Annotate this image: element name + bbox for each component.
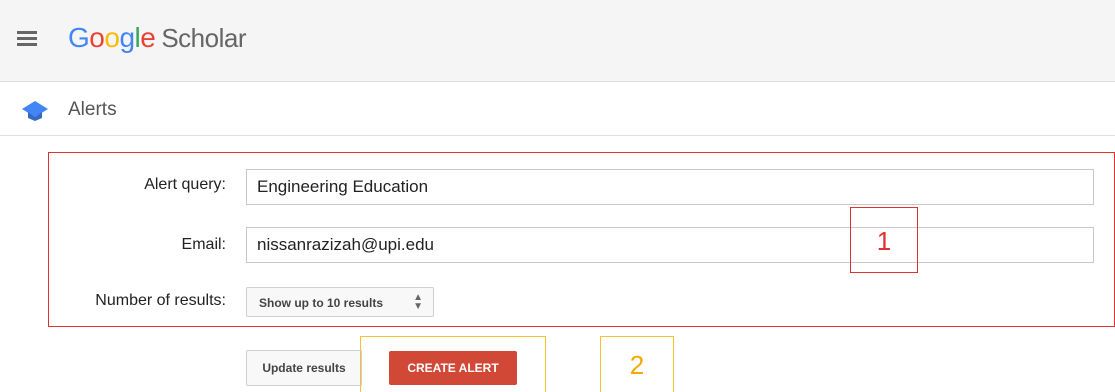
annotation-marker-1: 1 (850, 207, 918, 273)
annotation-box-2 (360, 336, 546, 392)
page-header: Alerts (0, 83, 1115, 136)
page-title: Alerts (68, 99, 117, 120)
annotation-marker-2: 2 (600, 336, 674, 392)
top-bar: Google Scholar (0, 0, 1115, 82)
scholar-cap-icon (22, 101, 48, 121)
google-scholar-logo[interactable]: Google Scholar (68, 22, 246, 54)
logo-product-name: Scholar (161, 23, 246, 53)
hamburger-menu-icon[interactable] (14, 28, 40, 50)
update-results-button[interactable]: Update results (246, 350, 362, 386)
annotation-box-1 (48, 152, 1115, 327)
